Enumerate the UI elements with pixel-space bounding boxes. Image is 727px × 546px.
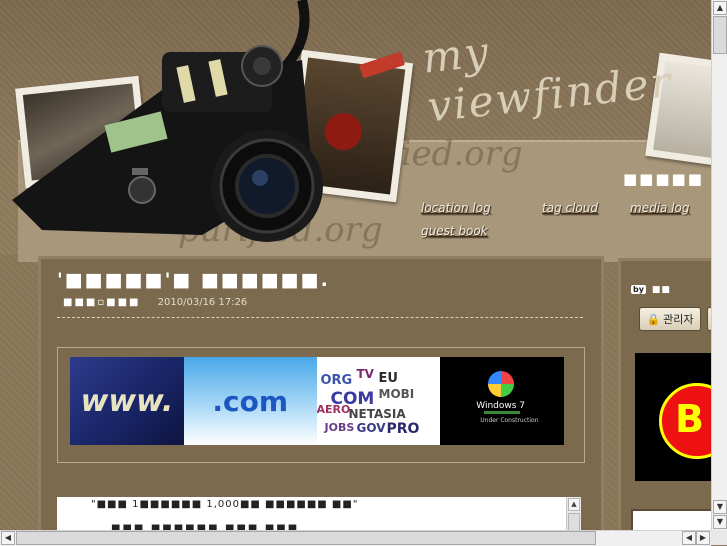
banner-windows7: Windows 7 Under Construction	[440, 357, 564, 445]
banner-www: www.	[70, 357, 184, 445]
post-category[interactable]: ■■■▫■■■	[63, 297, 140, 308]
progress-bar	[484, 411, 521, 414]
scroll-left-icon-2[interactable]: ◀	[682, 531, 696, 545]
scroll-up-icon[interactable]: ▲	[713, 1, 727, 15]
windows-logo-icon	[488, 371, 515, 397]
author-line: by ■■	[631, 285, 671, 295]
page-horizontal-scrollbar[interactable]: ◀ ◀ ▶	[0, 530, 711, 546]
banner-domains-collage: ORG TV EU COM MOBI AERO NETASIA JOBS GOV…	[316, 357, 441, 445]
post-content-line2: ■■■ ■■■■■■ ■■■ ■■■	[111, 523, 300, 530]
post-date: 2010/03/16 17:26	[157, 297, 248, 308]
content-scroll-thumb[interactable]	[568, 513, 580, 530]
nav-tag-cloud[interactable]: tag cloud	[542, 201, 598, 215]
nav-location-log[interactable]: location log	[421, 201, 491, 215]
post-panel: '■■■■■'■ ■■■■■■. ■■■▫■■■ 2010/03/16 17:2…	[38, 256, 604, 530]
author-name: ■■	[651, 285, 671, 295]
nav-guest-book[interactable]: guest book	[421, 224, 488, 238]
sidebar-logo-letter: B	[675, 397, 704, 441]
sidebar-image[interactable]: B	[635, 353, 711, 481]
post-content-line1: "■■■ 1■■■■■■ 1,000■■ ■■■■■■ ■■"	[91, 499, 359, 510]
content-scroll-up-icon[interactable]: ▲	[568, 498, 580, 511]
nav-media-log[interactable]: media log	[630, 201, 689, 215]
sidebar-widget-box	[631, 509, 711, 530]
windows7-label: Windows 7	[476, 401, 526, 411]
scroll-down-icon[interactable]: ▼	[713, 500, 727, 514]
post-content-box: "■■■ 1■■■■■■ 1,000■■ ■■■■■■ ■■" ■■■ ■■■■…	[57, 497, 581, 530]
sidebar-panel: by ■■ 🔒 관리자 B	[618, 258, 711, 530]
blog-header: purified.org purified.org my viewfinder	[0, 0, 711, 262]
post-image-frame: www. .com ORG TV EU COM MOBI AERO NETASI…	[57, 347, 585, 463]
by-label: by	[631, 285, 646, 294]
post-title[interactable]: '■■■■■'■ ■■■■■■.	[57, 269, 330, 291]
title-divider	[57, 317, 583, 318]
horizontal-scroll-thumb[interactable]	[16, 531, 596, 545]
admin-button[interactable]: 🔒 관리자	[639, 307, 701, 331]
post-banner-image[interactable]: www. .com ORG TV EU COM MOBI AERO NETASI…	[70, 357, 564, 445]
blog-page: purified.org purified.org my viewfinder	[0, 0, 711, 530]
page-vertical-scrollbar[interactable]: ▲ ▼ ▼	[711, 0, 727, 530]
windows7-sub: Under Construction	[480, 417, 539, 424]
lock-icon: 🔒	[646, 312, 661, 326]
scrollbar-corner	[711, 530, 727, 545]
banner-com: .com	[183, 357, 317, 445]
scroll-down-icon-2[interactable]: ▼	[713, 515, 727, 529]
admin-button-label: 관리자	[663, 313, 694, 326]
vertical-scroll-thumb[interactable]	[713, 16, 727, 54]
header-blocks-text: ■■■■■	[623, 170, 704, 188]
scroll-left-icon[interactable]: ◀	[1, 531, 15, 545]
post-meta: ■■■▫■■■ 2010/03/16 17:26	[63, 297, 247, 308]
scroll-right-icon[interactable]: ▶	[696, 531, 710, 545]
camera-illustration	[12, 0, 323, 242]
content-scrollbar[interactable]: ▲	[566, 497, 581, 530]
